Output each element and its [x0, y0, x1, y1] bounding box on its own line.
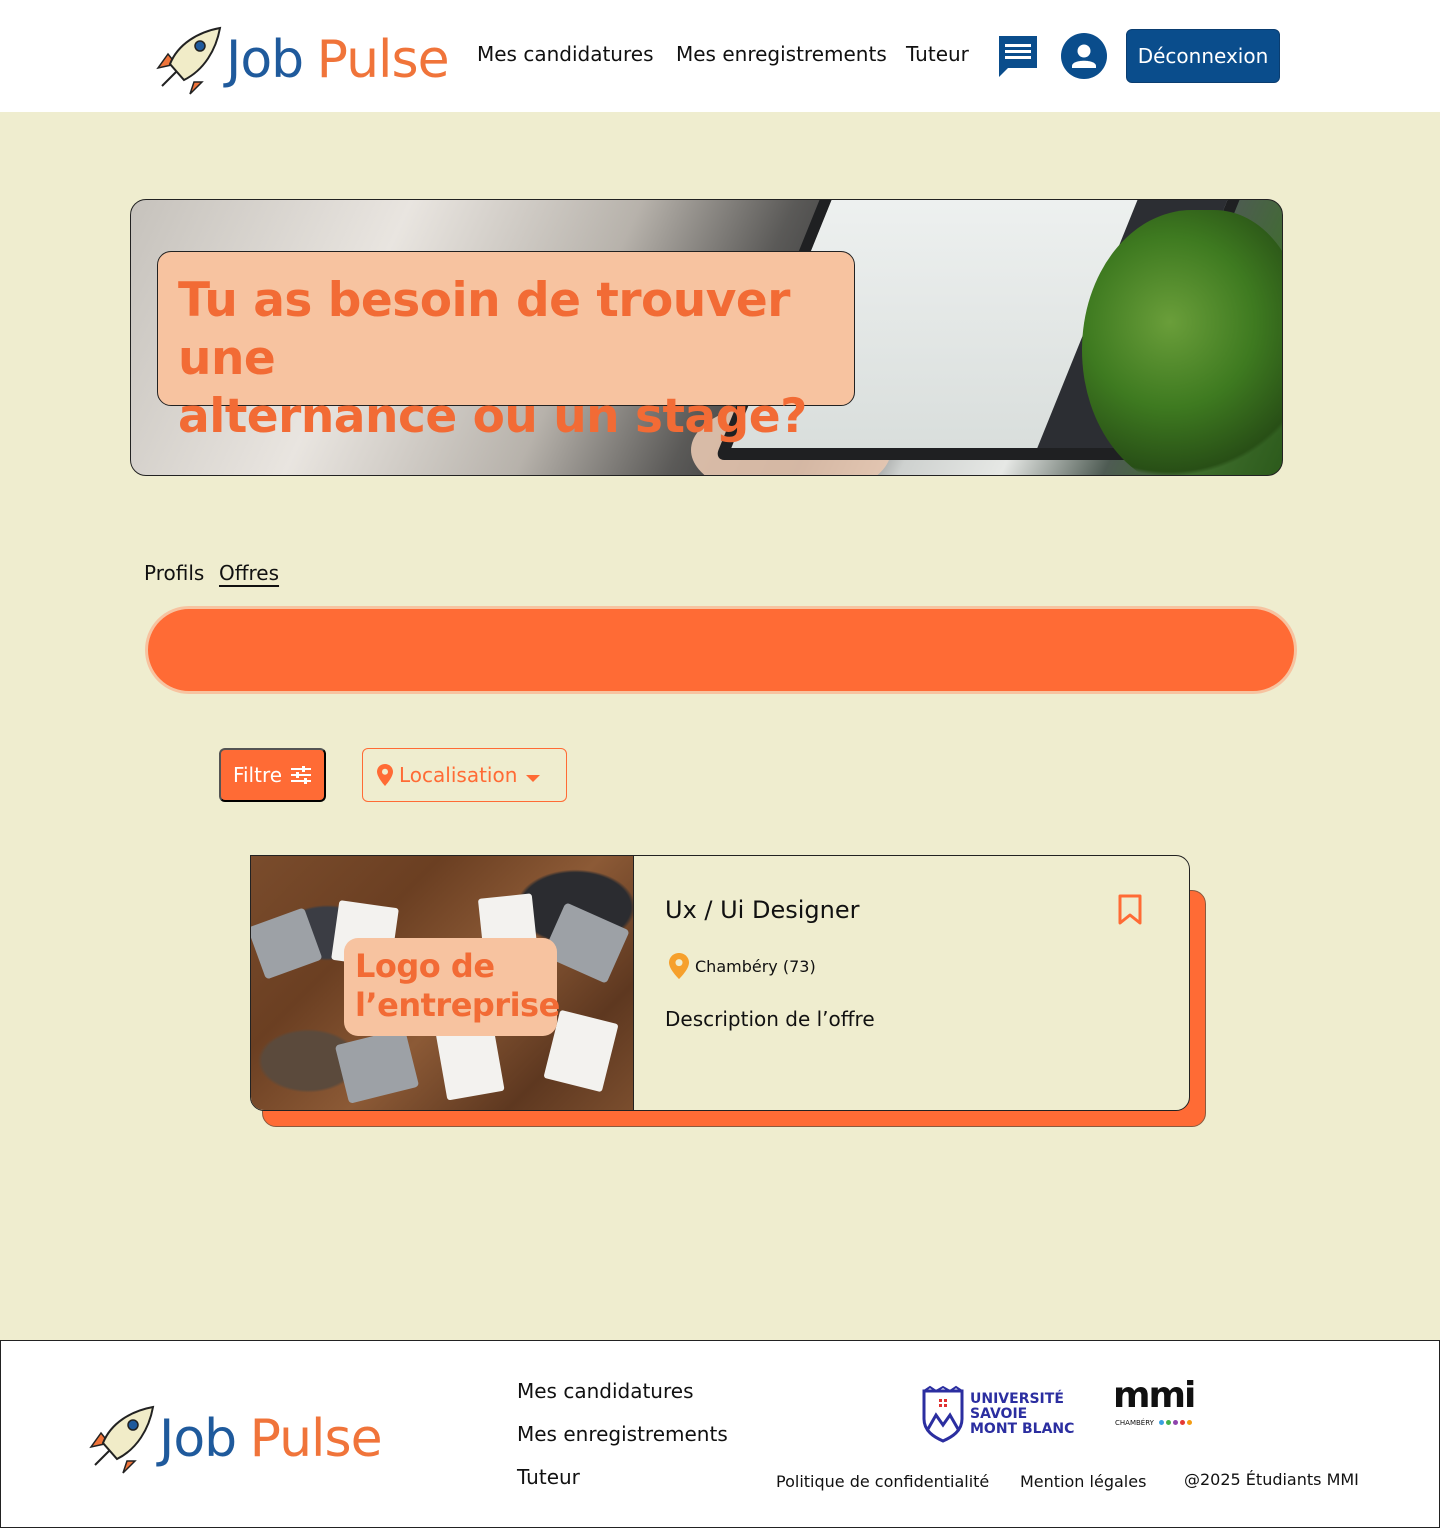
- tab-offres[interactable]: Offres: [219, 561, 279, 585]
- offer-card[interactable]: Logo de l’entreprise Ux / Ui Designer Ch…: [250, 855, 1190, 1111]
- map-pin-icon: [669, 953, 689, 979]
- hero-headline-line1: Tu as besoin de trouver une: [178, 273, 790, 386]
- logo-pulse: Pulse: [316, 30, 450, 90]
- logout-button[interactable]: Déconnexion: [1126, 29, 1280, 83]
- offer-location: Chambéry (73): [695, 957, 816, 976]
- footer-copyright: @2025 Étudiants MMI: [1184, 1470, 1359, 1489]
- nav-mes-candidatures[interactable]: Mes candidatures: [477, 42, 654, 66]
- usmb-crest-icon: [922, 1385, 964, 1443]
- photo-laptop: [334, 1028, 420, 1104]
- company-logo-placeholder: Logo de l’entreprise: [344, 938, 560, 1036]
- nav-mes-enregistrements[interactable]: Mes enregistrements: [676, 42, 887, 66]
- mmi-logo[interactable]: mmi CHAMBÉRY: [1113, 1375, 1203, 1435]
- caret-down-icon: [526, 775, 540, 782]
- user-glyph: [1072, 44, 1096, 68]
- chat-icon[interactable]: [996, 34, 1040, 78]
- hero-headline-box: Tu as besoin de trouver une alternance o…: [157, 251, 855, 444]
- bookmark-icon[interactable]: [1117, 894, 1143, 926]
- usmb-line3: MONT BLANC: [970, 1421, 1075, 1437]
- location-dropdown[interactable]: Localisation: [362, 748, 567, 802]
- filter-button[interactable]: Filtre: [219, 748, 326, 802]
- footer-link-tuteur[interactable]: Tuteur: [517, 1465, 580, 1489]
- logo-job: Job: [159, 1409, 237, 1469]
- mmi-sub: CHAMBÉRY: [1115, 1419, 1154, 1427]
- user-icon[interactable]: [1061, 33, 1107, 79]
- sliders-icon: [291, 766, 312, 784]
- footer-link-mes-candidatures[interactable]: Mes candidatures: [517, 1379, 694, 1403]
- nav-tuteur[interactable]: Tuteur: [906, 42, 969, 66]
- footer-legal-link[interactable]: Mention légales: [1020, 1472, 1146, 1491]
- photo-laptop: [251, 907, 323, 980]
- rocket-icon: [156, 26, 222, 95]
- footer-logo[interactable]: Job Pulse: [87, 1399, 383, 1479]
- tab-profils[interactable]: Profils: [144, 561, 204, 585]
- hero-headline-line2: alternance ou un stage?: [178, 389, 807, 444]
- logo-text: Job Pulse: [159, 1399, 383, 1479]
- header-logo[interactable]: Job Pulse: [154, 20, 450, 100]
- logo-pulse: Pulse: [249, 1409, 383, 1469]
- company-logo-line1: Logo de: [355, 947, 495, 985]
- usmb-logo[interactable]: UNIVERSITÉ SAVOIE MONT BLANC: [922, 1385, 1078, 1443]
- offer-description: Description de l’offre: [665, 1007, 875, 1031]
- logo-job: Job: [226, 30, 304, 90]
- usmb-text: UNIVERSITÉ SAVOIE MONT BLANC: [970, 1392, 1074, 1437]
- usmb-line2: SAVOIE: [970, 1406, 1028, 1422]
- mmi-wordmark: mmi: [1113, 1375, 1196, 1416]
- map-pin-icon: [377, 764, 393, 786]
- site-footer: Job Pulse Mes candidatures Mes enregistr…: [0, 1340, 1440, 1528]
- usmb-line1: UNIVERSITÉ: [970, 1391, 1064, 1407]
- logo-text: Job Pulse: [226, 20, 450, 100]
- footer-privacy-link[interactable]: Politique de confidentialité: [776, 1472, 989, 1491]
- company-logo-line2: l’entreprise: [355, 986, 560, 1024]
- site-header: Job Pulse Mes candidatures Mes enregistr…: [0, 0, 1440, 112]
- offer-title[interactable]: Ux / Ui Designer: [665, 896, 859, 924]
- rocket-icon: [89, 1405, 155, 1474]
- mmi-dots: [1159, 1420, 1192, 1425]
- location-label: Localisation: [399, 763, 518, 787]
- filter-label: Filtre: [232, 763, 283, 787]
- footer-link-mes-enregistrements[interactable]: Mes enregistrements: [517, 1422, 728, 1446]
- offer-image: Logo de l’entreprise: [251, 856, 634, 1110]
- hero-banner: Tu as besoin de trouver une alternance o…: [130, 199, 1283, 476]
- search-input[interactable]: [145, 606, 1297, 694]
